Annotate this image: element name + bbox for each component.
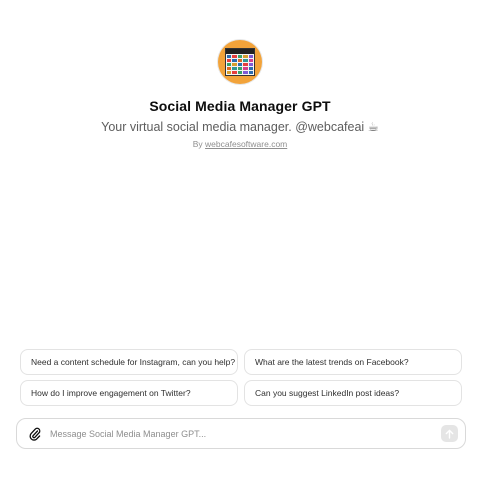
byline-prefix: By	[192, 139, 203, 149]
gpt-chat-page: Social Media Manager GPT Your virtual so…	[0, 0, 480, 480]
avatar-cell	[237, 71, 243, 74]
avatar-cell	[227, 67, 232, 70]
paperclip-icon[interactable]	[27, 426, 43, 442]
avatar-cell	[248, 55, 253, 58]
suggestion-card[interactable]: Can you suggest LinkedIn post ideas?	[244, 380, 462, 406]
avatar-cell	[248, 71, 253, 74]
author-link[interactable]: webcafesoftware.com	[205, 139, 287, 149]
gpt-avatar	[218, 40, 262, 84]
avatar-cell	[227, 71, 232, 74]
suggestion-grid: Need a content schedule for Instagram, c…	[20, 349, 462, 406]
avatar-cell	[248, 67, 253, 70]
avatar-cell	[248, 59, 253, 62]
send-button[interactable]	[441, 425, 458, 442]
avatar-cell	[243, 71, 248, 74]
avatar-cell	[227, 59, 232, 62]
avatar-cell	[237, 63, 243, 66]
avatar-cell	[248, 63, 253, 66]
avatar-cell	[232, 55, 237, 58]
calendar-collage-icon	[225, 48, 255, 76]
avatar-cell	[237, 67, 243, 70]
message-composer	[16, 418, 466, 449]
avatar-cell	[237, 55, 243, 58]
avatar-cell	[243, 59, 248, 62]
avatar-cell	[232, 59, 237, 62]
avatar-cell	[232, 67, 237, 70]
avatar-cell	[243, 55, 248, 58]
gpt-description: Your virtual social media manager. @webc…	[101, 120, 379, 134]
avatar-cell	[227, 55, 232, 58]
avatar-cell	[232, 63, 237, 66]
suggestion-card[interactable]: What are the latest trends on Facebook?	[244, 349, 462, 375]
message-input[interactable]	[50, 428, 441, 439]
suggestion-card[interactable]: Need a content schedule for Instagram, c…	[20, 349, 238, 375]
gpt-title: Social Media Manager GPT	[149, 98, 331, 114]
avatar-cell	[243, 67, 248, 70]
gpt-header: Social Media Manager GPT Your virtual so…	[0, 40, 480, 149]
suggestion-card[interactable]: How do I improve engagement on Twitter?	[20, 380, 238, 406]
gpt-byline: By webcafesoftware.com	[0, 139, 480, 149]
avatar-cell	[243, 63, 248, 66]
arrow-up-icon	[445, 429, 454, 439]
avatar-cell	[227, 63, 232, 66]
avatar-cell	[237, 59, 243, 62]
avatar-cell	[232, 71, 237, 74]
